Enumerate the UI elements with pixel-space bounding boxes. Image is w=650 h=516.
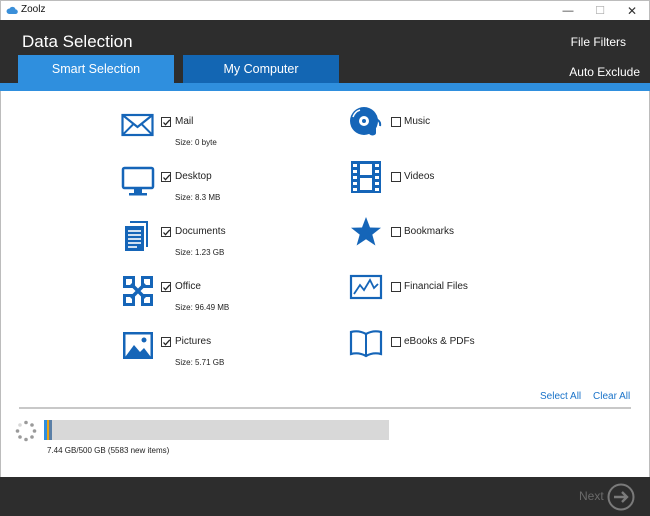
divider bbox=[19, 407, 631, 409]
header: Data Selection File Filters Auto Exclude… bbox=[0, 20, 650, 83]
videos-checkbox[interactable] bbox=[391, 172, 401, 182]
desktop-checkbox[interactable] bbox=[161, 172, 171, 182]
desktop-label: Desktop bbox=[175, 171, 212, 182]
app-title: Zoolz bbox=[21, 4, 46, 15]
mail-size: Size: 0 byte bbox=[175, 138, 217, 147]
pictures-label: Pictures bbox=[175, 336, 212, 347]
cloud-icon bbox=[6, 6, 18, 14]
desktop-icon bbox=[121, 166, 155, 196]
progress-segment-gray-blue bbox=[49, 420, 52, 440]
mail-label: Mail bbox=[175, 116, 194, 127]
office-icon bbox=[123, 276, 153, 306]
mail-icon bbox=[121, 113, 154, 137]
select-all-link[interactable]: Select All bbox=[540, 391, 581, 402]
tab-my-computer[interactable]: My Computer bbox=[183, 55, 339, 83]
footer: Next bbox=[0, 477, 650, 516]
music-checkbox[interactable] bbox=[391, 117, 401, 127]
next-arrow-icon[interactable] bbox=[607, 483, 635, 511]
mail-checkbox[interactable] bbox=[161, 117, 171, 127]
documents-size: Size: 1.23 GB bbox=[175, 248, 225, 257]
storage-progress-bar bbox=[44, 420, 389, 440]
pictures-icon bbox=[123, 332, 153, 359]
music-label: Music bbox=[404, 116, 431, 127]
page-title: Data Selection bbox=[22, 32, 133, 51]
documents-icon bbox=[125, 221, 148, 251]
pictures-checkbox[interactable] bbox=[161, 337, 171, 347]
minimize-button[interactable]: — bbox=[551, 1, 585, 21]
videos-label: Videos bbox=[404, 171, 435, 182]
book-icon bbox=[349, 330, 383, 358]
financial-files-label: Financial Files bbox=[404, 281, 468, 292]
office-size: Size: 96.49 MB bbox=[175, 303, 230, 312]
bookmarks-checkbox[interactable] bbox=[391, 227, 401, 237]
bookmarks-label: Bookmarks bbox=[404, 226, 455, 237]
ebooks-checkbox[interactable] bbox=[391, 337, 401, 347]
office-label: Office bbox=[175, 281, 201, 292]
office-checkbox[interactable] bbox=[161, 282, 171, 292]
ebooks-label: eBooks & PDFs bbox=[404, 336, 475, 347]
next-label[interactable]: Next bbox=[579, 489, 604, 503]
pictures-size: Size: 5.71 GB bbox=[175, 358, 225, 367]
maximize-button[interactable]: ☐ bbox=[583, 1, 617, 21]
documents-checkbox[interactable] bbox=[161, 227, 171, 237]
chart-line-icon bbox=[349, 274, 383, 300]
data-selection-panel: Mail Size: 0 byte Desktop Size: 8.3 MB D… bbox=[0, 91, 650, 477]
clear-all-link[interactable]: Clear All bbox=[593, 391, 630, 402]
close-button[interactable]: ✕ bbox=[615, 1, 649, 21]
star-icon bbox=[351, 217, 381, 246]
desktop-size: Size: 8.3 MB bbox=[175, 193, 221, 202]
music-icon bbox=[350, 107, 382, 136]
videos-icon bbox=[351, 161, 381, 193]
auto-exclude-link[interactable]: Auto Exclude bbox=[569, 65, 640, 79]
tab-smart-selection[interactable]: Smart Selection bbox=[18, 55, 174, 83]
loading-spinner-icon bbox=[15, 420, 37, 442]
title-bar: Zoolz — ☐ ✕ bbox=[0, 0, 650, 20]
file-filters-link[interactable]: File Filters bbox=[571, 35, 626, 49]
financial-files-checkbox[interactable] bbox=[391, 282, 401, 292]
tab-underline bbox=[0, 83, 650, 91]
documents-label: Documents bbox=[175, 226, 226, 237]
storage-usage-label: 7.44 GB/500 GB (5583 new items) bbox=[47, 446, 170, 455]
